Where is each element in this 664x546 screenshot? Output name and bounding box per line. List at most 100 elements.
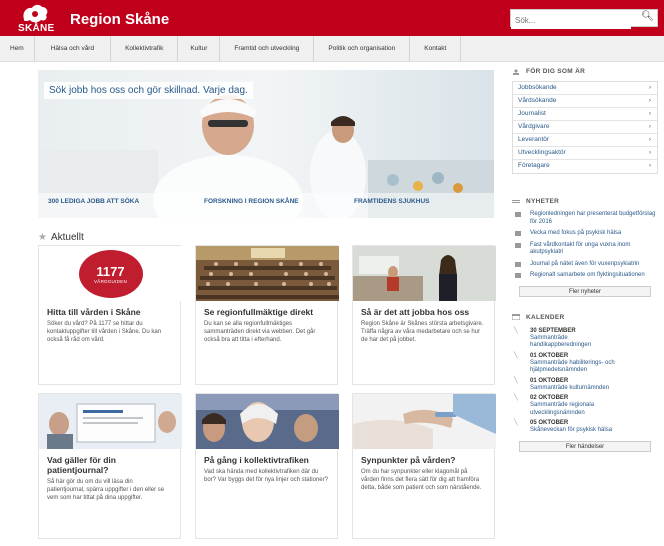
calendar-date: 30 SEPTEMBER xyxy=(530,327,576,334)
nav-item-kollektivtrafik[interactable]: Kollektivtrafik xyxy=(111,36,179,61)
nav-item-kontakt[interactable]: Kontakt xyxy=(410,36,462,61)
card-se-regionfullmaktige[interactable]: Se regionfullmäktige direkt Du kan se al… xyxy=(195,245,339,385)
calendar-text: Sammanträde regionala utvecklingsnämnden xyxy=(530,402,595,416)
search-icon[interactable]: 🔍︎ xyxy=(641,11,654,22)
calendar-item[interactable]: 05 OKTOBERSkåneveckan för psykisk hälsa xyxy=(512,419,658,435)
role-item-foretagare[interactable]: Företagare › xyxy=(513,160,657,173)
page: SKÅNE Region Skåne 🔍︎ Hem Hälsa och vård… xyxy=(0,0,664,546)
card-text: Region Skåne är Skånes största arbetsgiv… xyxy=(361,321,484,343)
role-item-vardgivare[interactable]: Vårdgivare › xyxy=(513,121,657,134)
card-text: Så här gör du om du vill läsa din patien… xyxy=(47,479,165,501)
aktuellt-heading: ★ Aktuellt xyxy=(38,232,84,243)
calendar-item[interactable]: 01 OKTOBERSammanträde kulturnämnden xyxy=(512,377,658,393)
news-item[interactable]: Regionledningen har presenterat budgetfö… xyxy=(512,211,658,226)
role-label: Leverantör xyxy=(518,136,550,143)
news-icon xyxy=(512,199,520,203)
more-news-button[interactable]: Fler nyheter xyxy=(519,285,651,297)
card-image xyxy=(39,394,182,449)
calendar-date: 01 OKTOBER xyxy=(530,352,569,359)
calendar-text: Skåneveckan för psykisk hälsa xyxy=(530,427,613,433)
calendar-item[interactable]: 02 OKTOBERSammanträde regionala utveckli… xyxy=(512,394,658,417)
nav-item-framtid-och-utveckling[interactable]: Framtid och utveckling xyxy=(220,36,315,61)
search-input[interactable] xyxy=(511,12,631,29)
calendar-item[interactable]: 01 OKTOBERSammanträde habiliterings- och… xyxy=(512,352,658,375)
chevron-right-icon: › xyxy=(648,162,651,169)
card-synpunkter[interactable]: Synpunkter på vården? Om du har synpunkt… xyxy=(352,393,496,539)
role-item-vardsokande[interactable]: Vårdsökande › xyxy=(513,95,657,108)
chevron-right-icon: › xyxy=(648,97,651,104)
hero-link-forskning[interactable]: FORSKNING I REGION SKÅNE xyxy=(204,197,299,207)
logo-text: SKÅNE xyxy=(18,23,55,34)
nav-item-politik-och-organisation[interactable]: Politik och organisation xyxy=(314,36,411,61)
roles-heading: FÖR DIG SOM ÄR xyxy=(512,68,658,75)
calendar-text: Sammanträde handikappberedningen xyxy=(530,334,592,349)
card-hitta-till-varden[interactable]: 1177 VÅRDGUIDEN Hitta till vården i Skån… xyxy=(38,245,182,385)
card-title: Hitta till vården i Skåne xyxy=(47,307,141,317)
nav-item-hem[interactable]: Hem xyxy=(0,36,35,61)
role-item-leverantor[interactable]: Leverantör › xyxy=(513,134,657,147)
chevron-right-icon: › xyxy=(648,149,651,156)
news-heading: NYHETER xyxy=(512,198,658,205)
card-title: Synpunkter på vården? xyxy=(361,455,456,465)
card-image xyxy=(196,394,339,449)
hero-banner[interactable]: Sök jobb hos oss och gör skillnad. Varje… xyxy=(38,70,494,218)
nav-item-halsa-och-vard[interactable]: Hälsa och vård xyxy=(35,36,112,61)
site-header: SKÅNE Region Skåne 🔍︎ xyxy=(0,0,664,36)
card-patientjournal[interactable]: Vad gäller för din patientjournal? Så hä… xyxy=(38,393,182,539)
card-text: Om du har synpunkter eller klagomål på v… xyxy=(361,469,482,491)
role-label: Företagare xyxy=(518,162,550,169)
role-label: Journalist xyxy=(518,110,546,117)
card-title: På gång i kollektivtrafiken xyxy=(204,455,309,465)
card-image xyxy=(196,246,339,301)
card-title: Vad gäller för din patientjournal? xyxy=(47,455,116,475)
assembly-photo xyxy=(196,246,339,301)
roles-heading-label: FÖR DIG SOM ÄR xyxy=(526,68,586,75)
role-item-utvecklingsaktor[interactable]: Utvecklingsaktör › xyxy=(513,147,657,160)
calendar-text: Sammanträde habiliterings- och hjälpmede… xyxy=(530,359,615,374)
role-list: Jobbsökande › Vårdsökande › Journalist › Vå… xyxy=(512,81,658,174)
site-title[interactable]: Region Skåne xyxy=(70,11,169,28)
calendar-date: 01 OKTOBER xyxy=(530,377,569,384)
nav-item-kultur[interactable]: Kultur xyxy=(178,36,221,61)
hero-link-lediga-jobb[interactable]: 300 LEDIGA JOBB ATT SÖKA xyxy=(48,197,139,207)
calendar-text: Sammanträde kulturnämnden xyxy=(530,384,610,391)
role-label: Utvecklingsaktör xyxy=(518,149,566,156)
user-icon xyxy=(513,68,519,75)
griffin-icon xyxy=(23,4,48,23)
search-box[interactable]: 🔍︎ xyxy=(510,9,658,29)
chevron-right-icon: › xyxy=(648,136,651,143)
card-jobba-hos-oss[interactable]: Så är det att jobba hos oss Region Skåne… xyxy=(352,245,496,385)
card-image: 1177 VÅRDGUIDEN xyxy=(39,246,182,301)
badge-1177: 1177 xyxy=(96,264,125,279)
news-item[interactable]: Vecka med fokus på psykisk hälsa xyxy=(512,230,658,238)
care-photo xyxy=(353,394,496,449)
main-nav: Hem Hälsa och vård Kollektivtrafik Kultu… xyxy=(0,36,664,62)
star-icon: ★ xyxy=(38,232,47,243)
region-skane-logo[interactable]: SKÅNE xyxy=(14,3,60,35)
calendar-icon xyxy=(512,314,520,320)
card-image xyxy=(353,246,496,301)
chevron-right-icon: › xyxy=(648,110,651,117)
role-label: Jobbsökande xyxy=(518,84,557,91)
news-item[interactable]: Regionalt samarbete om flyktingsituation… xyxy=(512,272,658,280)
card-kollektivtrafiken[interactable]: På gång i kollektivtrafiken Vad ska händ… xyxy=(195,393,339,539)
news-heading-label: NYHETER xyxy=(526,198,560,205)
news-item[interactable]: Fast vårdkontakt för unga vuxna inom aku… xyxy=(512,242,658,257)
calendar-heading: KALENDER xyxy=(512,314,658,321)
office-photo xyxy=(353,246,496,301)
chevron-right-icon: › xyxy=(648,123,651,130)
sidebar: FÖR DIG SOM ÄR Jobbsökande › Vårdsökande ›… xyxy=(512,68,658,452)
card-title: Så är det att jobba hos oss xyxy=(361,307,470,317)
role-item-jobbsokande[interactable]: Jobbsökande › xyxy=(513,82,657,95)
news-item[interactable]: Journal på nätet även för vuxenpsykiatri… xyxy=(512,261,658,269)
role-item-journalist[interactable]: Journalist › xyxy=(513,108,657,121)
calendar-item[interactable]: 30 SEPTEMBERSammanträde handikappberedni… xyxy=(512,327,658,350)
calendar-date: 02 OKTOBER xyxy=(530,395,569,401)
hero-link-framtidens-sjukhus[interactable]: FRAMTIDENS SJUKHUS xyxy=(354,197,429,207)
role-label: Vårdgivare xyxy=(518,123,550,130)
news-list: Regionledningen har presenterat budgetfö… xyxy=(512,211,658,280)
chevron-right-icon: › xyxy=(648,84,651,91)
more-events-button[interactable]: Fler händelser xyxy=(519,440,651,452)
aktuellt-label: Aktuellt xyxy=(50,232,84,243)
journal-photo xyxy=(39,394,182,449)
